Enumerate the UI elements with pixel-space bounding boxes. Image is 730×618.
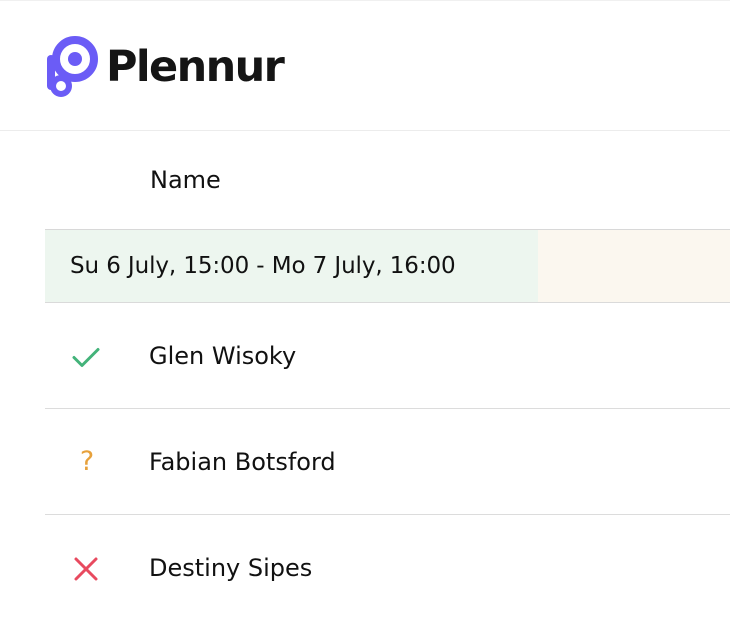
time-slot-label: Su 6 July, 15:00 - Mo 7 July, 16:00 [70,253,456,279]
plennur-logo-icon[interactable] [44,35,100,99]
poll-page: Plennur Name Su 6 July, 15:00 - Mo 7 Jul… [0,0,730,618]
check-icon [72,348,100,367]
participant-name: Glen Wisoky [149,342,297,370]
participant-name: Destiny Sipes [149,554,313,582]
participant-row[interactable]: ? Fabian Botsford [45,409,730,515]
time-slot-cell[interactable]: Su 6 July, 15:00 - Mo 7 July, 16:00 [45,230,538,302]
app-header: Plennur [0,0,730,131]
participant-row[interactable]: Glen Wisoky [45,303,730,409]
app-brand-name[interactable]: Plennur [106,41,285,93]
time-slot-row: Su 6 July, 15:00 - Mo 7 July, 16:00 [45,230,730,303]
participant-row[interactable]: Destiny Sipes [45,515,730,618]
availability-table: Name Su 6 July, 15:00 - Mo 7 July, 16:00… [45,131,730,618]
name-column-header: Name [150,166,221,194]
question-icon: ? [79,446,95,477]
table-header-row: Name [45,131,730,230]
participant-name: Fabian Botsford [149,448,336,476]
close-icon [74,557,98,581]
